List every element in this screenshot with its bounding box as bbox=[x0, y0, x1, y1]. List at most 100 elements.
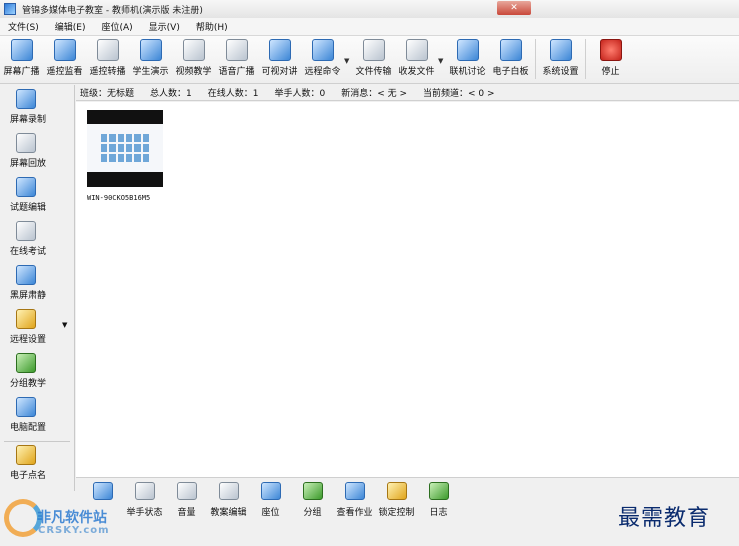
raise-hand-status-button[interactable]: 举手状态 bbox=[124, 482, 165, 518]
sidebar-item-black-screen[interactable]: 黑屏肃静 bbox=[0, 265, 75, 307]
chevron-down-icon[interactable]: ▼ bbox=[62, 321, 67, 329]
chevron-down-icon[interactable]: ▼ bbox=[438, 57, 446, 65]
toolbar-label: 系统设置 bbox=[542, 67, 579, 77]
roll-call-icon bbox=[16, 445, 36, 465]
menu-view[interactable]: 显示(V) bbox=[141, 20, 188, 33]
sidebar-item-label: 电子点名 bbox=[10, 471, 47, 481]
screen-broadcast-button[interactable]: 屏幕广播 bbox=[0, 39, 43, 77]
menu-help[interactable]: 帮助(H) bbox=[188, 20, 236, 33]
file-transfer-icon bbox=[362, 39, 385, 61]
hands-count: 举手人数：0 bbox=[274, 89, 326, 99]
system-settings-button[interactable]: 系统设置 bbox=[539, 39, 582, 77]
log-button[interactable]: 日志 bbox=[418, 482, 459, 518]
toolbar-divider bbox=[585, 39, 586, 79]
menu-edit[interactable]: 编辑(E) bbox=[47, 20, 94, 33]
sidebar-item-remote-settings[interactable]: 远程设置 ▼ bbox=[0, 309, 75, 351]
student-demo-button[interactable]: 学生演示 bbox=[129, 39, 172, 77]
total-count: 总人数：1 bbox=[150, 89, 192, 99]
toolbar-label: 停止 bbox=[601, 67, 620, 77]
view-homework-button[interactable]: 查看作业 bbox=[334, 482, 375, 518]
student-desktop-preview bbox=[87, 124, 163, 172]
menu-bar: 文件(S) 编辑(E) 座位(A) 显示(V) 帮助(H) bbox=[0, 18, 739, 36]
toolbar-label: 可视对讲 bbox=[261, 67, 298, 77]
close-button[interactable]: ✕ bbox=[497, 1, 531, 15]
group-teaching-icon bbox=[16, 353, 36, 373]
site-watermark: 非凡软件站 CRSKY.com bbox=[0, 491, 128, 546]
screen-record-icon bbox=[16, 89, 36, 109]
lock-control-button[interactable]: 锁定控制 bbox=[376, 482, 417, 518]
remote-command-button[interactable]: 远程命令 bbox=[301, 39, 344, 77]
bottom-button-label: 分组 bbox=[303, 508, 322, 518]
sidebar-item-online-exam[interactable]: 在线考试 bbox=[0, 221, 75, 263]
toolbar-label: 遥控监看 bbox=[46, 67, 83, 77]
app-window: 管锦多媒体电子教室 - 教师机(演示版 未注册) ✕ 文件(S) 编辑(E) 座… bbox=[0, 0, 739, 546]
video-teaching-button[interactable]: 视频教学 bbox=[172, 39, 215, 77]
watermark-domain: CRSKY.com bbox=[38, 525, 110, 536]
toolbar-label: 语音广播 bbox=[218, 67, 255, 77]
window-title: 管锦多媒体电子教室 - 教师机(演示版 未注册) bbox=[22, 5, 203, 16]
sidebar-item-label: 在线考试 bbox=[10, 247, 47, 257]
sidebar-item-screen-playback[interactable]: 屏幕回放 bbox=[0, 133, 75, 175]
homework-icon bbox=[344, 482, 365, 500]
watermark-text: 非凡软件站 bbox=[37, 510, 107, 526]
bottom-button-label: 日志 bbox=[429, 508, 448, 518]
toolbar-label: 联机讨论 bbox=[449, 67, 486, 77]
title-bar: 管锦多媒体电子教室 - 教师机(演示版 未注册) ✕ bbox=[0, 0, 739, 18]
volume-icon bbox=[176, 482, 197, 500]
chevron-down-icon[interactable]: ▼ bbox=[344, 57, 352, 65]
video-intercom-button[interactable]: 可视对讲 bbox=[258, 39, 301, 77]
bottom-button-label: 音量 bbox=[177, 508, 196, 518]
remote-command-icon bbox=[311, 39, 334, 61]
new-message: 新消息：< 无 > bbox=[341, 89, 408, 99]
sidebar-item-roll-call[interactable]: 电子点名 bbox=[0, 445, 75, 487]
student-tile[interactable]: WIN-90CKO5B16M5 bbox=[87, 110, 165, 202]
screen-playback-icon bbox=[16, 133, 36, 153]
sidebar-item-label: 屏幕录制 bbox=[10, 115, 47, 125]
sidebar-item-label: 黑屏肃静 bbox=[10, 291, 47, 301]
current-channel: 当前频道：< 0 > bbox=[423, 89, 495, 99]
class-status-bar: 班级：无标题 总人数：1 在线人数：1 举手人数：0 新消息：< 无 > 当前频… bbox=[76, 85, 739, 101]
student-computer-name: WIN-90CKO5B16M5 bbox=[87, 194, 151, 202]
black-screen-icon bbox=[16, 265, 36, 285]
toolbar-label: 远程命令 bbox=[304, 67, 341, 77]
online-exam-icon bbox=[16, 221, 36, 241]
seat-icon bbox=[260, 482, 281, 500]
main-toolbar: 屏幕广播 遥控监看 遥控转播 学生演示 视频教学 语音广播 可视对讲 远程命令 bbox=[0, 36, 739, 84]
stop-button[interactable]: 停止 bbox=[589, 39, 632, 77]
whiteboard-button[interactable]: 电子白板 bbox=[489, 39, 532, 77]
bottom-button-label: 座位 bbox=[261, 508, 280, 518]
stop-icon bbox=[599, 39, 622, 61]
lesson-plan-button[interactable]: 教案编辑 bbox=[208, 482, 249, 518]
sidebar-item-label: 远程设置 bbox=[10, 335, 47, 345]
left-sidebar: 屏幕录制 屏幕回放 试题编辑 在线考试 黑屏肃静 远程设置 ▼ 分组教学 电脑配… bbox=[0, 85, 75, 491]
toolbar-label: 电子白板 bbox=[492, 67, 529, 77]
sidebar-item-group-teaching[interactable]: 分组教学 bbox=[0, 353, 75, 395]
toolbar-label: 视频教学 bbox=[175, 67, 212, 77]
screen-broadcast-icon bbox=[10, 39, 33, 61]
menu-file[interactable]: 文件(S) bbox=[0, 20, 47, 33]
file-transfer-button[interactable]: 文件传输 bbox=[352, 39, 395, 77]
seat-button[interactable]: 座位 bbox=[250, 482, 291, 518]
remote-monitor-button[interactable]: 遥控监看 bbox=[43, 39, 86, 77]
remote-settings-icon bbox=[16, 309, 36, 329]
sidebar-item-screen-record[interactable]: 屏幕录制 bbox=[0, 89, 75, 131]
class-name: 班级：无标题 bbox=[80, 89, 135, 99]
group-button[interactable]: 分组 bbox=[292, 482, 333, 518]
student-grid: WIN-90CKO5B16M5 bbox=[76, 102, 739, 477]
sidebar-item-label: 屏幕回放 bbox=[10, 159, 47, 169]
bottom-button-label: 锁定控制 bbox=[378, 508, 415, 518]
online-discussion-button[interactable]: 联机讨论 bbox=[446, 39, 489, 77]
lesson-plan-icon bbox=[218, 482, 239, 500]
voice-broadcast-button[interactable]: 语音广播 bbox=[215, 39, 258, 77]
sidebar-item-label: 电脑配置 bbox=[10, 423, 47, 433]
send-receive-files-button[interactable]: 收发文件 bbox=[395, 39, 438, 77]
remote-relay-button[interactable]: 遥控转播 bbox=[86, 39, 129, 77]
app-icon bbox=[4, 3, 16, 15]
volume-button[interactable]: 音量 bbox=[166, 482, 207, 518]
student-screen-thumbnail[interactable] bbox=[87, 110, 163, 187]
menu-seat[interactable]: 座位(A) bbox=[93, 20, 140, 33]
sidebar-item-quiz-edit[interactable]: 试题编辑 bbox=[0, 177, 75, 219]
sidebar-item-computer-config[interactable]: 电脑配置 bbox=[0, 397, 75, 439]
sidebar-item-label: 分组教学 bbox=[10, 379, 47, 389]
whiteboard-icon bbox=[499, 39, 522, 61]
